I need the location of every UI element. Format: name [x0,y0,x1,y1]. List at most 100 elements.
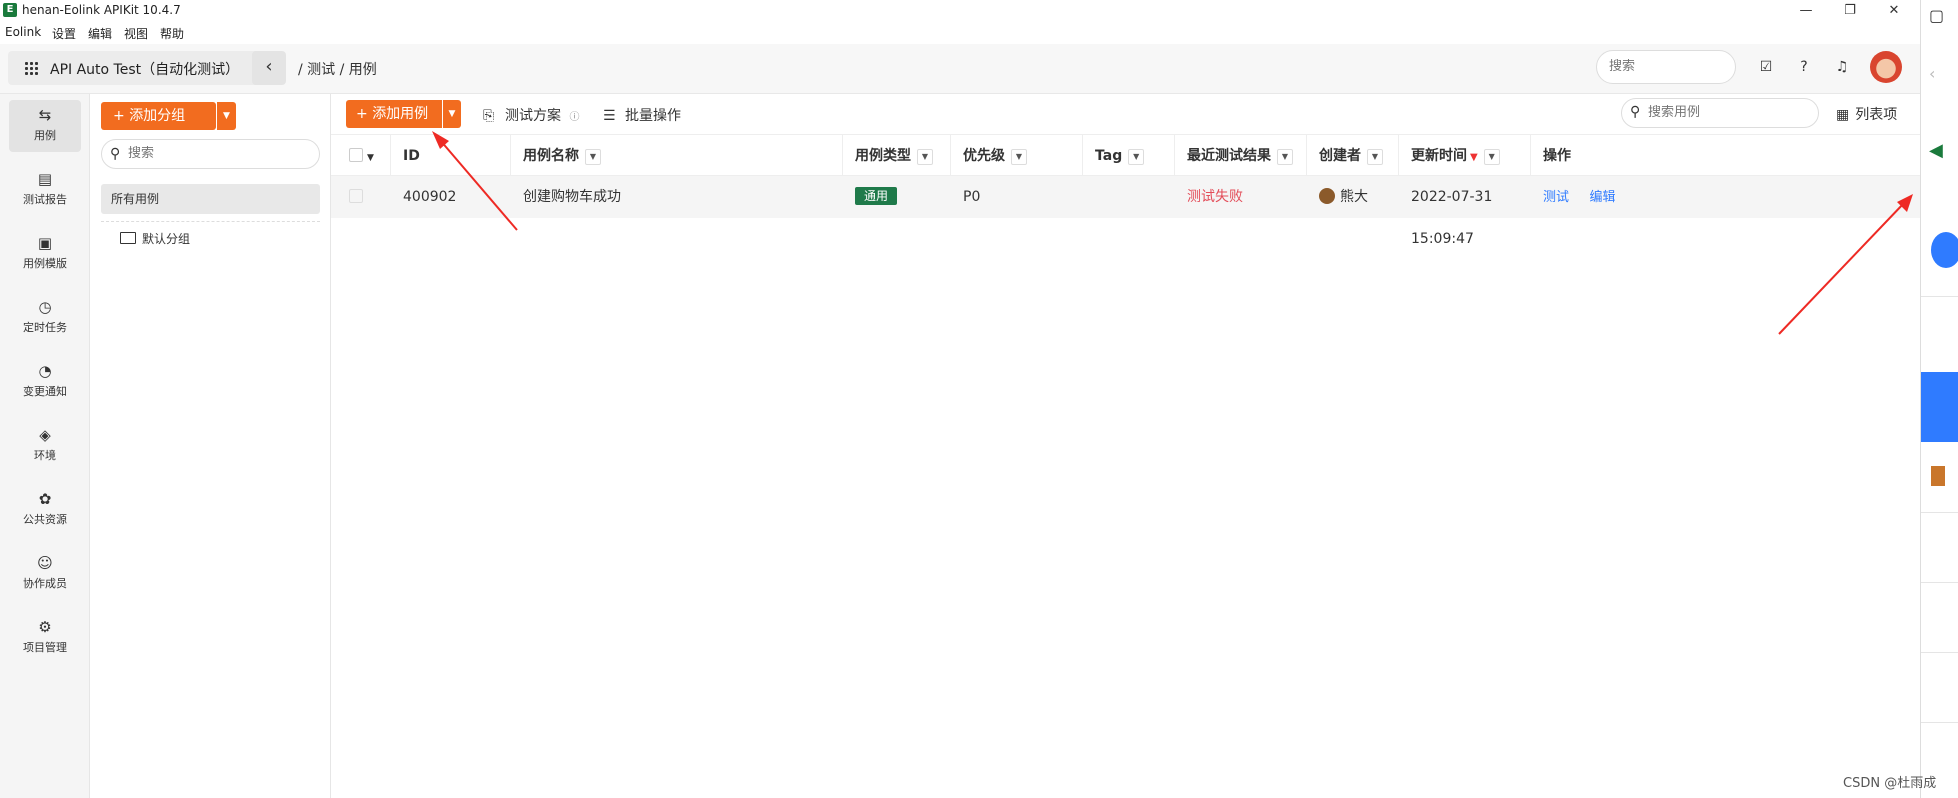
nav-label: 环境 [34,449,56,462]
chevron-left-icon: ‹ [265,56,273,77]
select-all-checkbox[interactable]: ▼ [331,135,391,177]
chevron-left-icon[interactable]: ‹ [1929,64,1935,83]
nav-item-templates[interactable]: ▣ 用例模版 [9,228,81,280]
menu-bar: Eolink 设置 编辑 视图 帮助 [0,22,1920,44]
menu-help[interactable]: 帮助 [160,25,184,42]
checkbox[interactable] [349,148,363,162]
filter-dropdown[interactable]: ▼ [917,149,933,165]
cell-name[interactable]: 创建购物车成功 [511,176,843,218]
calendar-check-icon[interactable]: ☑ [1756,57,1776,77]
panel-layout-icon[interactable]: ▢ [1929,6,1944,25]
global-search[interactable] [1596,50,1736,84]
report-icon: ▤ [37,170,53,188]
col-name: 用例名称 ▼ [511,135,843,177]
right-side-panel: ▢ ‹ ◀ [1920,0,1958,798]
nav-item-notifications[interactable]: ◔ 变更通知 [9,356,81,408]
add-group-dropdown[interactable]: ▼ [217,102,236,130]
nav-label: 定时任务 [23,321,67,334]
table-columns-icon: ▦ [1836,107,1850,123]
test-link[interactable]: 测试 [1543,190,1569,205]
nav-item-project-management[interactable]: ⚙ 项目管理 [9,612,81,664]
blue-circle-icon [1931,232,1958,268]
cell-updated: 2022-07-31 15:09:47 [1411,189,1493,247]
close-button[interactable]: ✕ [1884,2,1904,20]
notification-bell-icon[interactable]: ♫ [1832,57,1852,77]
nav-item-members[interactable]: ☺ 协作成员 [9,548,81,600]
test-plan-button[interactable]: ⎘ 测试方案 ⓘ [483,105,579,125]
group-search[interactable]: ⚲ [101,139,320,169]
menu-settings[interactable]: 设置 [52,25,76,42]
divider [1921,582,1958,583]
menu-eolink[interactable]: Eolink [5,25,41,39]
case-search-input[interactable] [1648,105,1808,120]
divider [1921,722,1958,723]
minimize-button[interactable]: — [1796,2,1816,20]
nav-item-reports[interactable]: ▤ 测试报告 [9,164,81,216]
breadcrumb: / 测试 / 用例 [298,62,377,78]
group-default[interactable]: 默认分组 [120,229,190,249]
filter-dropdown[interactable]: ▼ [1483,149,1500,165]
add-group-label: 添加分组 [129,108,186,124]
avatar[interactable] [1870,51,1902,83]
menu-edit[interactable]: 编辑 [88,25,112,42]
group-default-label: 默认分组 [142,232,191,246]
add-case-button[interactable]: + 添加用例 [346,100,442,128]
edit-link[interactable]: 编辑 [1589,190,1615,205]
bell-icon: ◔ [38,362,52,380]
back-button[interactable]: ‹ [252,51,286,85]
cell-tag [1083,176,1175,218]
search-icon: ⚲ [1630,104,1641,120]
col-result-label: 最近测试结果 [1187,148,1271,164]
add-case-label: 添加用例 [372,106,429,122]
cell-id: 400902 [403,189,457,205]
nav-label: 项目管理 [23,641,67,654]
top-toolbar: API Auto Test（自动化测试） ‹ / 测试 / 用例 ☑ ? ♫ [0,44,1920,94]
divider [101,221,320,222]
members-icon: ☺ [37,554,53,572]
row-checkbox-cell [331,176,391,218]
nav-item-scheduled[interactable]: ◷ 定时任务 [9,292,81,344]
menu-view[interactable]: 视图 [124,25,148,42]
bear-avatar-icon [1319,188,1335,204]
timer-icon: ◷ [38,298,52,316]
group-panel: + 添加分组 ▼ ⚲ 所有用例 默认分组 [90,94,331,798]
nav-item-public-resources[interactable]: ✿ 公共资源 [9,484,81,536]
app-logo-icon: E [3,3,17,17]
col-result: 最近测试结果 ▼ [1175,135,1307,177]
group-all-cases[interactable]: 所有用例 [101,184,320,214]
col-updated: 更新时间 ▼ ▼ [1399,135,1531,177]
environment-icon: ◈ [39,426,51,444]
nav-label: 测试报告 [23,193,67,206]
global-search-input[interactable] [1609,59,1719,74]
col-actions: 操作 [1543,148,1571,164]
case-search[interactable]: ⚲ [1621,98,1819,128]
project-name: API Auto Test（自动化测试） [50,62,240,78]
filter-dropdown[interactable]: ▼ [585,149,601,165]
table-row[interactable]: 400902 创建购物车成功 通用 P0 测试失败 熊大 2022-07-31 … [331,176,1920,247]
window-title: henan-Eolink APIKit 10.4.7 [22,3,181,17]
group-search-input[interactable] [128,146,308,161]
info-icon: ⓘ [569,112,580,123]
sort-desc-icon[interactable]: ▼ [1470,152,1478,163]
highlighted-item[interactable] [1921,372,1958,442]
batch-ops-button[interactable]: ☰ 批量操作 [603,105,681,125]
col-name-label: 用例名称 [523,148,579,164]
col-priority: 优先级 ▼ [951,135,1083,177]
maximize-button[interactable]: ❐ [1840,2,1860,20]
project-switcher[interactable]: API Auto Test（自动化测试） [8,51,276,85]
add-group-button[interactable]: + 添加分组 [101,102,216,130]
nav-item-environment[interactable]: ◈ 环境 [9,420,81,472]
add-case-dropdown[interactable]: ▼ [443,100,461,128]
col-priority-label: 优先级 [963,148,1005,164]
filter-dropdown[interactable]: ▼ [1277,149,1293,165]
columns-button[interactable]: ▦ 列表项 [1836,104,1897,124]
filter-dropdown[interactable]: ▼ [1367,149,1383,165]
checkbox[interactable] [349,189,363,203]
help-icon[interactable]: ? [1794,57,1814,77]
caret-down-icon[interactable]: ▼ [367,153,374,163]
batch-ops-label: 批量操作 [625,108,681,124]
nav-item-cases[interactable]: ⇆ 用例 [9,100,81,152]
filter-dropdown[interactable]: ▼ [1128,149,1145,165]
filter-dropdown[interactable]: ▼ [1011,149,1027,165]
plus-icon: + [356,106,373,122]
